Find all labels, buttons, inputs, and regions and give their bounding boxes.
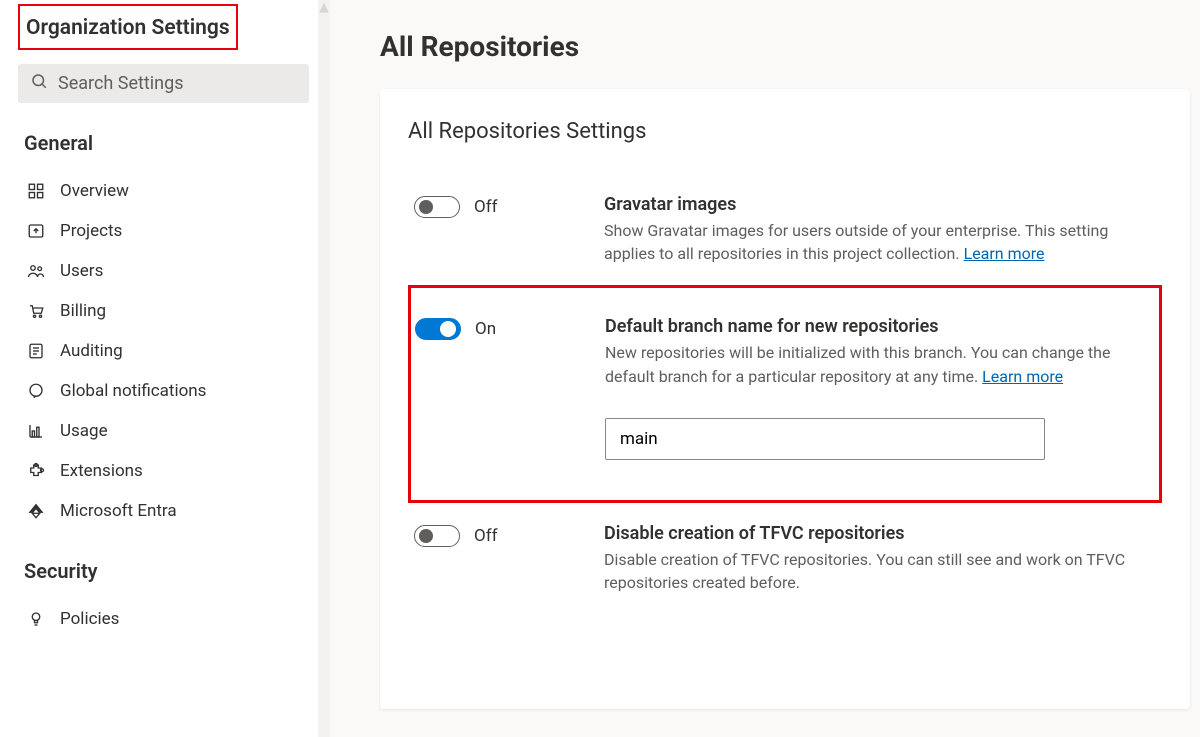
sidebar-item-label: Global notifications	[60, 381, 206, 401]
search-icon	[30, 72, 48, 95]
sidebar-item-label: Auditing	[60, 341, 123, 361]
gravatar-toggle[interactable]	[414, 196, 460, 218]
sidebar-item-users[interactable]: Users	[18, 251, 309, 291]
upload-icon	[26, 221, 46, 241]
sidebar-item-label: Overview	[60, 181, 129, 201]
chart-icon	[26, 421, 46, 441]
setting-disable-tfvc: Off Disable creation of TFVC repositorie…	[408, 507, 1162, 614]
list-icon	[26, 341, 46, 361]
gravatar-learn-more-link[interactable]: Learn more	[964, 244, 1045, 263]
scrollbar-thumb[interactable]	[318, 0, 330, 14]
puzzle-icon	[26, 461, 46, 481]
sidebar-item-auditing[interactable]: Auditing	[18, 331, 309, 371]
main-content: All Repositories All Repositories Settin…	[330, 0, 1200, 737]
sidebar-section-general: General	[24, 131, 309, 155]
default-branch-input[interactable]	[605, 418, 1045, 460]
sidebar-item-label: Billing	[60, 301, 106, 321]
gravatar-description: Show Gravatar images for users outside o…	[604, 219, 1162, 265]
setting-gravatar: Off Gravatar images Show Gravatar images…	[408, 178, 1162, 285]
setting-default-branch: On Default branch name for new repositor…	[415, 300, 1155, 479]
entra-icon	[26, 501, 46, 521]
sidebar: Organization Settings Search Settings Ge…	[0, 0, 330, 737]
sidebar-item-label: Extensions	[60, 461, 143, 481]
default-branch-learn-more-link[interactable]: Learn more	[982, 367, 1063, 386]
disable-tfvc-toggle-state: Off	[474, 526, 498, 546]
sidebar-item-label: Usage	[60, 421, 108, 441]
bulb-icon	[26, 609, 46, 629]
default-branch-toggle-state: On	[475, 319, 496, 339]
scrollbar-track[interactable]	[318, 0, 330, 737]
search-placeholder: Search Settings	[58, 73, 183, 94]
sidebar-item-billing[interactable]: Billing	[18, 291, 309, 331]
search-input[interactable]: Search Settings	[18, 64, 309, 103]
disable-tfvc-description: Disable creation of TFVC repositories. Y…	[604, 548, 1162, 594]
card-title: All Repositories Settings	[408, 119, 1162, 144]
cart-icon	[26, 301, 46, 321]
sidebar-title: Organization Settings	[18, 4, 238, 50]
disable-tfvc-toggle[interactable]	[414, 525, 460, 547]
disable-tfvc-title: Disable creation of TFVC repositories	[604, 523, 1162, 544]
default-branch-title: Default branch name for new repositories	[605, 316, 1155, 337]
users-icon	[26, 261, 46, 281]
sidebar-item-extensions[interactable]: Extensions	[18, 451, 309, 491]
sidebar-item-label: Microsoft Entra	[60, 501, 177, 521]
sidebar-item-label: Users	[60, 261, 103, 281]
grid-icon	[26, 181, 46, 201]
settings-card: All Repositories Settings Off Gravatar i…	[380, 89, 1190, 709]
highlight-default-branch: On Default branch name for new repositor…	[408, 285, 1162, 502]
sidebar-item-label: Policies	[60, 609, 119, 629]
page-title: All Repositories	[380, 30, 1190, 63]
sidebar-item-usage[interactable]: Usage	[18, 411, 309, 451]
default-branch-description: New repositories will be initialized wit…	[605, 341, 1155, 387]
sidebar-item-overview[interactable]: Overview	[18, 171, 309, 211]
sidebar-item-label: Projects	[60, 221, 122, 241]
sidebar-item-projects[interactable]: Projects	[18, 211, 309, 251]
sidebar-section-security: Security	[24, 559, 309, 583]
sidebar-item-policies[interactable]: Policies	[18, 599, 309, 639]
sidebar-item-global-notifications[interactable]: Global notifications	[18, 371, 309, 411]
gravatar-toggle-state: Off	[474, 197, 498, 217]
sidebar-item-microsoft-entra[interactable]: Microsoft Entra	[18, 491, 309, 531]
gravatar-title: Gravatar images	[604, 194, 1162, 215]
bubble-icon	[26, 381, 46, 401]
default-branch-toggle[interactable]	[415, 318, 461, 340]
